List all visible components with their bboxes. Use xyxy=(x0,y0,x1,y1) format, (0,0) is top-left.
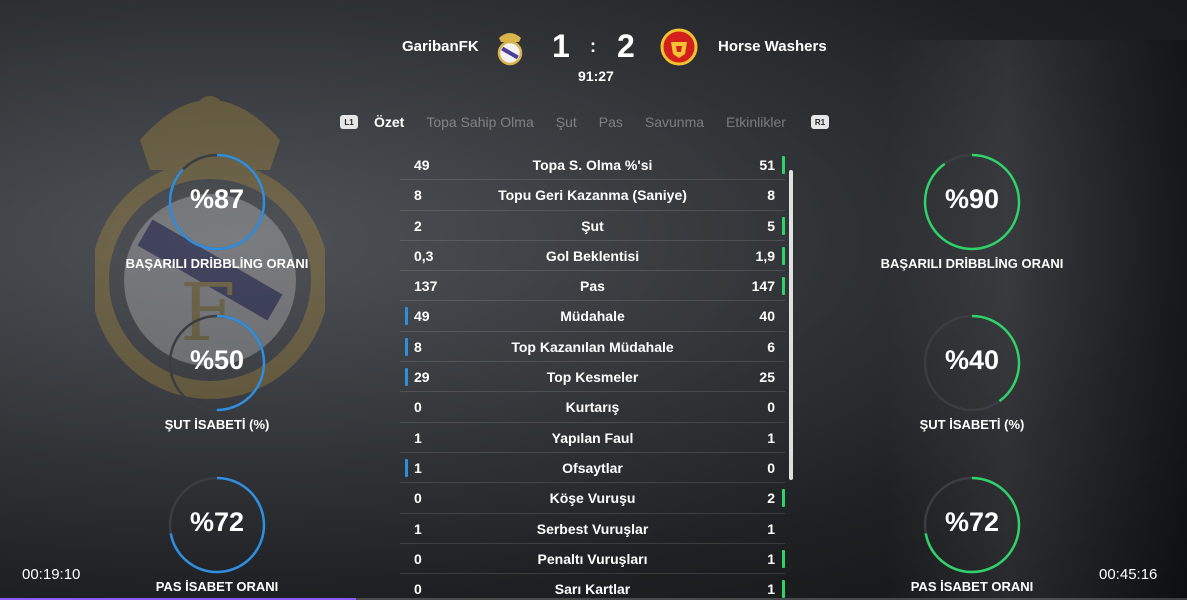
away-gauge: %90 xyxy=(922,152,1022,252)
remaining-time: 00:45:16 xyxy=(1099,566,1158,583)
stat-label: Ofsaytlar xyxy=(562,459,623,476)
home-gauge-label: BAŞARILI DRİBBLİNG ORANI xyxy=(125,256,309,271)
stat-label: Serbest Vuruşlar xyxy=(536,520,649,537)
away-gauge: %72 xyxy=(922,475,1022,575)
away-stat-value: 51 xyxy=(759,157,775,173)
tab-possession[interactable]: Topa Sahip Olma xyxy=(426,114,533,130)
stat-row: 137 Pas 147 xyxy=(400,271,785,302)
score-separator: : xyxy=(590,36,596,56)
stat-row: 1 Ofsaytlar 0 xyxy=(400,453,785,484)
scoreboard: GaribanFK 1 : 2 Horse Washers 91:27 xyxy=(0,28,1187,88)
home-gauge: %87 xyxy=(167,152,267,252)
stat-row: 8 Topu Geri Kazanma (Saniye) 8 xyxy=(400,180,785,211)
stat-row: 0 Köşe Vuruşu 2 xyxy=(400,483,785,514)
stats-tabs: L1 Özet Topa Sahip Olma Şut Pas Savunma … xyxy=(340,110,829,134)
home-gauge-value: %87 xyxy=(189,184,245,214)
away-stat-value: 1,9 xyxy=(755,247,775,264)
stat-label: Top Kazanılan Müdahale xyxy=(511,338,674,355)
stat-label: Top Kesmeler xyxy=(546,369,639,386)
home-gauge-value: %50 xyxy=(189,345,245,375)
stat-label: Yapılan Faul xyxy=(551,429,634,446)
stat-label: Şut xyxy=(581,217,604,234)
match-clock: 91:27 xyxy=(578,68,614,84)
stat-row: 49 Topa S. Olma %'si 51 xyxy=(400,150,785,181)
stat-row: 2 Şut 5 xyxy=(400,211,785,241)
away-score: 2 xyxy=(617,28,635,64)
home-score: 1 xyxy=(552,28,570,64)
away-stat-value: 1 xyxy=(767,550,775,567)
away-gauge: %40 xyxy=(922,313,1022,413)
home-gauge-label: ŞUT İSABETİ (%) xyxy=(164,417,270,432)
stats-table: 49 Topa S. Olma %'si 51 8 Topu Geri Kazanma … xyxy=(400,150,785,600)
away-stat-value: 1 xyxy=(767,581,775,598)
stat-label: Topu Geri Kazanma (Saniye) xyxy=(498,187,687,204)
stat-row: 49 Müdahale 40 xyxy=(400,301,785,332)
stat-row: 8 Top Kazanılan Müdahale 6 xyxy=(400,332,785,363)
stat-label: Müdahale xyxy=(560,308,625,325)
away-stat-value: 147 xyxy=(751,278,775,295)
real-madrid-crest-icon xyxy=(497,33,523,66)
away-stat-value: 0 xyxy=(767,459,775,476)
stat-label: Penaltı Vuruşları xyxy=(537,550,648,567)
stat-row: 0,3 Gol Beklentisi 1,9 xyxy=(400,241,785,272)
l1-button-icon[interactable]: L1 xyxy=(340,115,358,129)
stat-label: Sarı Kartlar xyxy=(554,581,631,598)
stat-label: Gol Beklentisi xyxy=(545,247,640,264)
away-gauge-label: BAŞARILI DRİBBLİNG ORANI xyxy=(880,256,1064,271)
away-gauge-value: %40 xyxy=(944,345,1000,375)
stat-row: 29 Top Kesmeler 25 xyxy=(400,362,785,393)
away-gauge-label: ŞUT İSABETİ (%) xyxy=(919,417,1025,432)
stat-label: Topa S. Olma %'si xyxy=(532,157,653,173)
away-stat-value: 1 xyxy=(767,520,775,537)
away-stat-value: 1 xyxy=(767,429,775,446)
tab-events[interactable]: Etkinlikler xyxy=(726,114,786,130)
home-gauge: %50 xyxy=(167,313,267,413)
stat-row: 0 Penaltı Vuruşları 1 xyxy=(400,544,785,575)
home-gauge: %72 xyxy=(167,475,267,575)
stat-row: 0 Sarı Kartlar 1 xyxy=(400,574,785,600)
r1-button-icon[interactable]: R1 xyxy=(810,115,829,129)
tab-defense[interactable]: Savunma xyxy=(645,114,704,130)
away-gauge-label: PAS İSABET ORANI xyxy=(910,579,1034,594)
away-gauge-value: %72 xyxy=(944,507,1000,537)
stat-row: 1 Serbest Vuruşlar 1 xyxy=(400,514,785,544)
stats-scrollbar[interactable] xyxy=(789,170,793,480)
tab-shots[interactable]: Şut xyxy=(556,114,577,130)
away-stat-value: 40 xyxy=(759,308,775,325)
tab-ozet[interactable]: Özet xyxy=(374,114,404,130)
away-team-name: Horse Washers xyxy=(718,38,827,55)
elapsed-time: 00:19:10 xyxy=(22,566,81,583)
away-stat-value: 25 xyxy=(759,369,775,386)
away-stat-value: 0 xyxy=(767,399,775,416)
home-gauge-label: PAS İSABET ORANI xyxy=(155,579,279,594)
stat-label: Köşe Vuruşu xyxy=(549,490,636,507)
away-stat-value: 8 xyxy=(767,187,775,204)
away-gauge-value: %90 xyxy=(944,184,1000,214)
stat-row: 1 Yapılan Faul 1 xyxy=(400,423,785,453)
stat-label: Pas xyxy=(580,278,605,295)
home-team-name: GaribanFK xyxy=(402,38,479,55)
tab-passes[interactable]: Pas xyxy=(599,114,623,130)
away-stat-value: 5 xyxy=(767,217,775,234)
away-stat-value: 2 xyxy=(767,490,775,507)
stat-row: 0 Kurtarış 0 xyxy=(400,392,785,423)
home-gauge-value: %72 xyxy=(189,507,245,537)
away-stat-value: 6 xyxy=(767,338,775,355)
manchester-united-crest-icon xyxy=(660,28,698,66)
stat-label: Kurtarış xyxy=(565,399,620,416)
